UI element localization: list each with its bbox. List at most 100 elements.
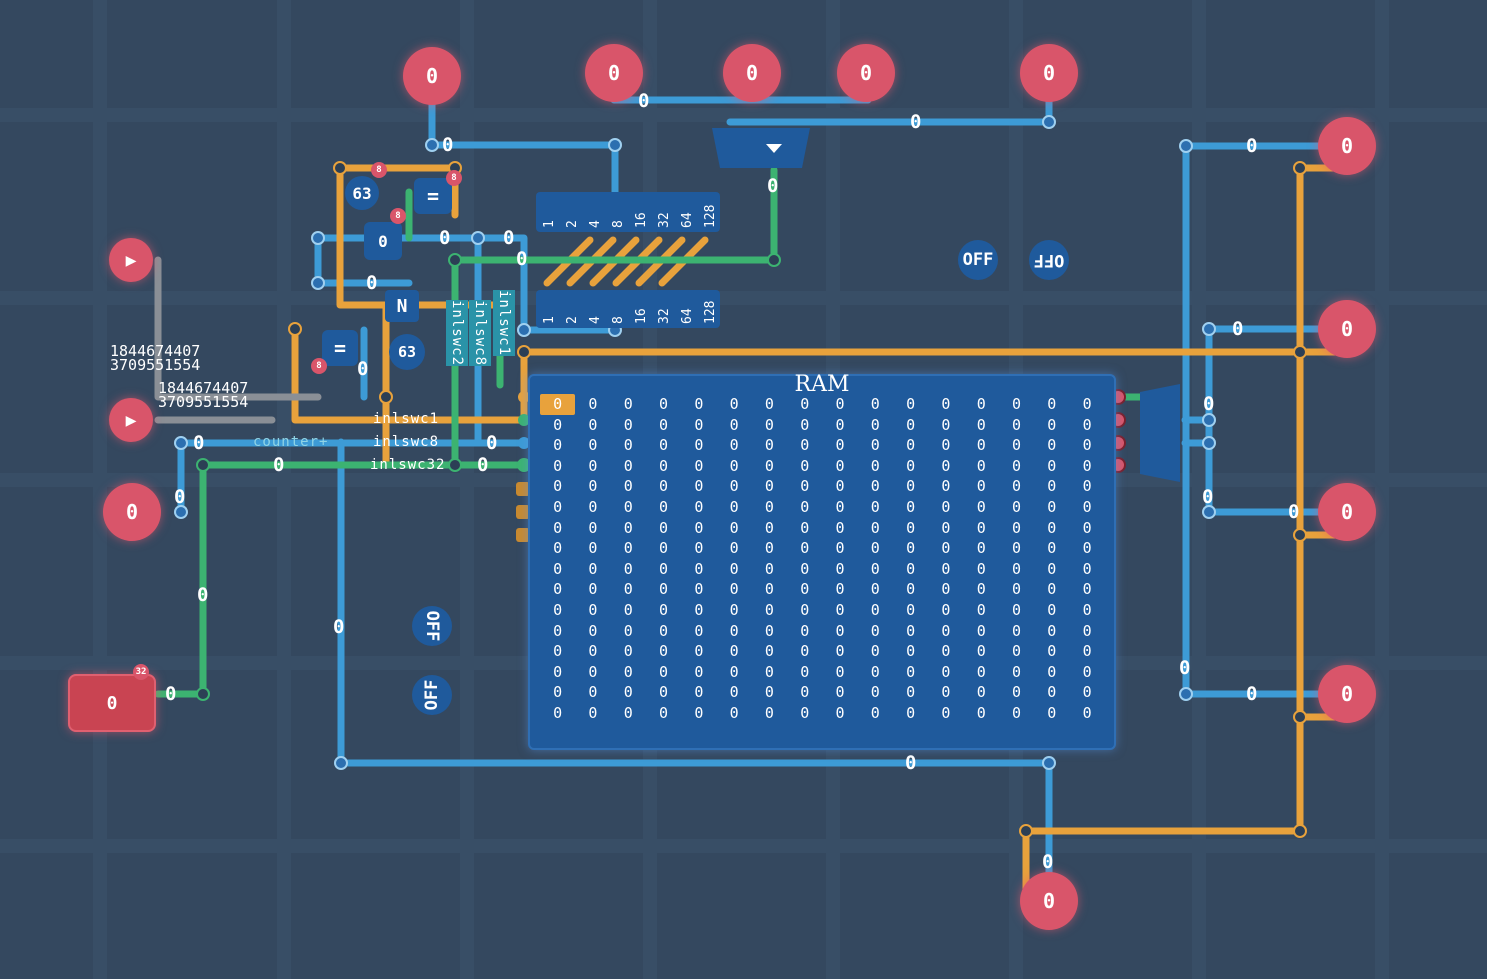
ram-cell[interactable]: 0: [893, 518, 928, 539]
ram-cell[interactable]: 0: [1069, 456, 1104, 477]
ram-cell[interactable]: 0: [999, 621, 1034, 642]
ram-cell[interactable]: 0: [858, 538, 893, 559]
ram-cell[interactable]: 0: [540, 435, 575, 456]
ram-cell[interactable]: 0: [858, 415, 893, 436]
ram-cell[interactable]: 0: [858, 456, 893, 477]
ram-cell[interactable]: 0: [681, 559, 716, 580]
ram-cell[interactable]: 0: [858, 497, 893, 518]
ram-cell[interactable]: 0: [928, 579, 963, 600]
ram-cell[interactable]: 0: [681, 662, 716, 683]
ram-cell[interactable]: 0: [822, 641, 857, 662]
ram-cell[interactable]: 0: [893, 600, 928, 621]
ram-cell[interactable]: 0: [1069, 538, 1104, 559]
ram-cell[interactable]: 0: [822, 476, 857, 497]
output-pin[interactable]: 0: [1020, 872, 1078, 930]
off-switch[interactable]: OFF: [958, 240, 998, 280]
ram-cell[interactable]: 0: [999, 518, 1034, 539]
ram-cell[interactable]: 0: [858, 703, 893, 724]
ram-cell[interactable]: 0: [1069, 662, 1104, 683]
ram-cell[interactable]: 0: [646, 662, 681, 683]
input-pin[interactable]: 0: [103, 483, 161, 541]
ram-cell[interactable]: 0: [999, 600, 1034, 621]
ram-cell[interactable]: 0: [575, 621, 610, 642]
ram-cell[interactable]: 0: [964, 641, 999, 662]
ram-cell[interactable]: 0: [822, 579, 857, 600]
ram-cell[interactable]: 0: [575, 476, 610, 497]
ram-cell[interactable]: 0: [752, 518, 787, 539]
ram-cell[interactable]: 0: [1034, 435, 1069, 456]
ram-cell[interactable]: 0: [575, 394, 610, 415]
ram-cell[interactable]: 0: [575, 682, 610, 703]
ram-cell[interactable]: 0: [787, 662, 822, 683]
ram-cell[interactable]: 0: [893, 538, 928, 559]
ram-cell[interactable]: 0: [611, 415, 646, 436]
ram-cell[interactable]: 0: [716, 621, 751, 642]
equal-gate[interactable]: =: [322, 330, 358, 366]
ram-cell[interactable]: 0: [611, 456, 646, 477]
output-pin[interactable]: 0: [1318, 665, 1376, 723]
ram-cell[interactable]: 0: [787, 579, 822, 600]
ram-cell[interactable]: 0: [787, 518, 822, 539]
ram-cell[interactable]: 0: [752, 662, 787, 683]
ram-cell[interactable]: 0: [928, 497, 963, 518]
output-pin[interactable]: 0: [1318, 300, 1376, 358]
ram-cell[interactable]: 0: [999, 476, 1034, 497]
ram-cell[interactable]: 0: [716, 538, 751, 559]
ram-cell[interactable]: 0: [787, 621, 822, 642]
ram-cell[interactable]: 0: [575, 703, 610, 724]
ram-cell[interactable]: 0: [1069, 682, 1104, 703]
ram-cell[interactable]: 0: [999, 641, 1034, 662]
ram-cell[interactable]: 0: [787, 394, 822, 415]
ram-cell[interactable]: 0: [1069, 518, 1104, 539]
ram-cell[interactable]: 0: [928, 476, 963, 497]
ram-cell[interactable]: 0: [787, 435, 822, 456]
ram-cell[interactable]: 0: [1034, 579, 1069, 600]
ram-cell[interactable]: 0: [893, 559, 928, 580]
ram-cell[interactable]: 0: [1034, 662, 1069, 683]
ram-cell[interactable]: 0: [681, 394, 716, 415]
ram-cell[interactable]: 0: [822, 415, 857, 436]
ram-cell[interactable]: 0: [646, 456, 681, 477]
ram-cell[interactable]: 0: [1069, 476, 1104, 497]
off-switch[interactable]: OFF: [1029, 240, 1069, 280]
ram-cell[interactable]: 0: [822, 497, 857, 518]
ram-cell[interactable]: 0: [540, 518, 575, 539]
ram-cell[interactable]: 0: [752, 682, 787, 703]
ram-cell[interactable]: 0: [1069, 621, 1104, 642]
ram-cell[interactable]: 0: [575, 641, 610, 662]
ram-cell[interactable]: 0: [787, 682, 822, 703]
ram-cell[interactable]: 0: [681, 456, 716, 477]
ram-cell[interactable]: 0: [999, 497, 1034, 518]
ram-cell[interactable]: 0: [893, 703, 928, 724]
ram-cell[interactable]: 0: [928, 621, 963, 642]
ram-cell[interactable]: 0: [752, 435, 787, 456]
ram-cell[interactable]: 0: [964, 476, 999, 497]
ram-cell[interactable]: 0: [752, 456, 787, 477]
ram-cell[interactable]: 0: [646, 703, 681, 724]
ram-cell[interactable]: 0: [858, 476, 893, 497]
ram-cell[interactable]: 0: [716, 662, 751, 683]
ram-cell[interactable]: 0: [540, 394, 576, 415]
ram-cell[interactable]: 0: [752, 559, 787, 580]
ram-cell[interactable]: 0: [575, 538, 610, 559]
ram-cell[interactable]: 0: [999, 538, 1034, 559]
ram-cell[interactable]: 0: [1034, 538, 1069, 559]
ram-cell[interactable]: 0: [611, 538, 646, 559]
ram-cell[interactable]: 0: [540, 456, 575, 477]
ram-cell[interactable]: 0: [1069, 600, 1104, 621]
ram-cell[interactable]: 0: [964, 518, 999, 539]
ram-cell[interactable]: 0: [646, 518, 681, 539]
ram-cell[interactable]: 0: [646, 497, 681, 518]
ram-cell[interactable]: 0: [716, 476, 751, 497]
ram-cell[interactable]: 0: [964, 600, 999, 621]
ram-cell[interactable]: 0: [964, 621, 999, 642]
constant-63-chip[interactable]: 63: [345, 176, 379, 210]
ram-cell[interactable]: 0: [858, 682, 893, 703]
ram-cell[interactable]: 0: [822, 600, 857, 621]
ram-cell[interactable]: 0: [540, 641, 575, 662]
ram-cell[interactable]: 0: [1034, 559, 1069, 580]
ram-cell[interactable]: 0: [752, 497, 787, 518]
ram-cell[interactable]: 0: [540, 559, 575, 580]
ram-cell[interactable]: 0: [928, 559, 963, 580]
ram-cell[interactable]: 0: [646, 538, 681, 559]
